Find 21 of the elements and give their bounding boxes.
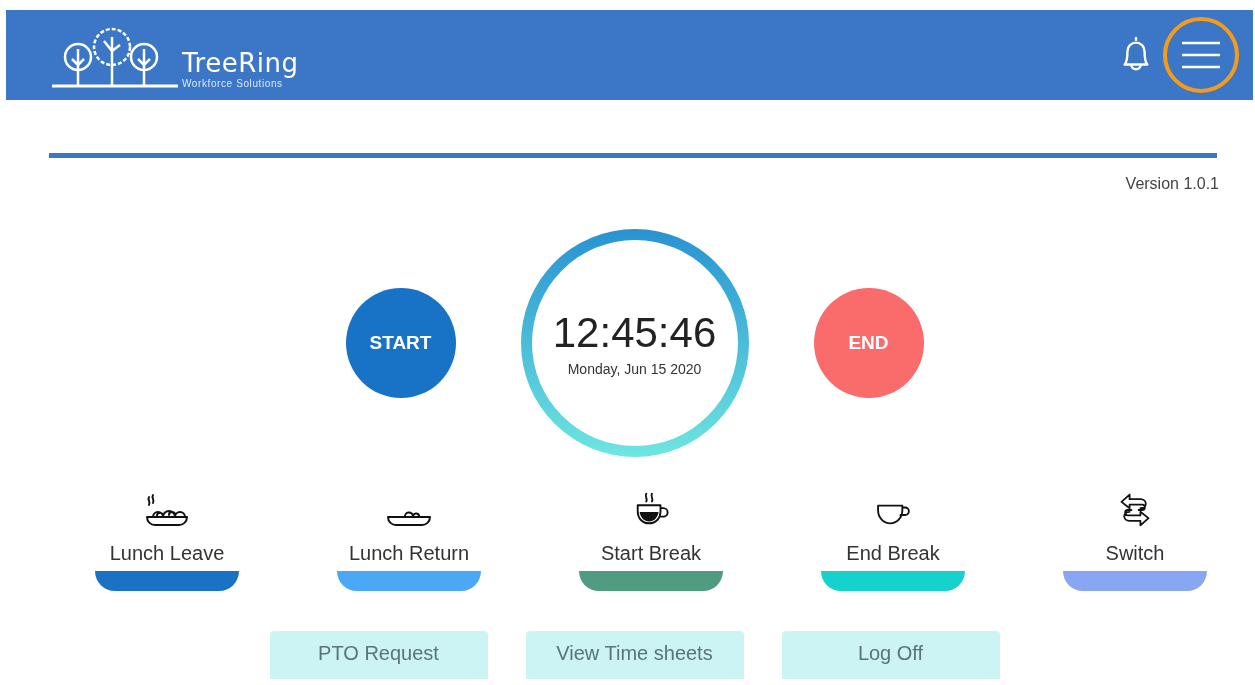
menu-icon[interactable]: [1181, 40, 1221, 70]
version-label: Version 1.0.1: [1124, 175, 1219, 193]
brand-name: TreeRing: [182, 48, 299, 78]
nav-button[interactable]: View Time sheets: [525, 631, 744, 679]
menu-button[interactable]: [1163, 17, 1239, 93]
action-label[interactable]: Lunch Return: [348, 541, 470, 565]
brand-tagline: Workforce Solutions: [182, 78, 284, 89]
nav-button[interactable]: PTO Request: [269, 631, 488, 679]
action-label[interactable]: End Break: [846, 541, 940, 565]
start-button[interactable]: START: [345, 288, 456, 398]
noodle-bowl-icon[interactable]: [143, 493, 191, 529]
clock-time: 12:45:46: [552, 309, 717, 357]
action-button[interactable]: [95, 571, 239, 591]
action-button[interactable]: [579, 571, 723, 591]
action-button[interactable]: [337, 571, 481, 591]
action-label[interactable]: Lunch Leave: [109, 541, 225, 565]
action-label[interactable]: Start Break: [600, 541, 701, 565]
action-button[interactable]: [1063, 571, 1207, 591]
nav-button[interactable]: Log Off: [781, 631, 1000, 679]
clock-date: Monday, Jun 15 2020: [567, 361, 702, 377]
action-label[interactable]: Switch: [1105, 541, 1165, 565]
